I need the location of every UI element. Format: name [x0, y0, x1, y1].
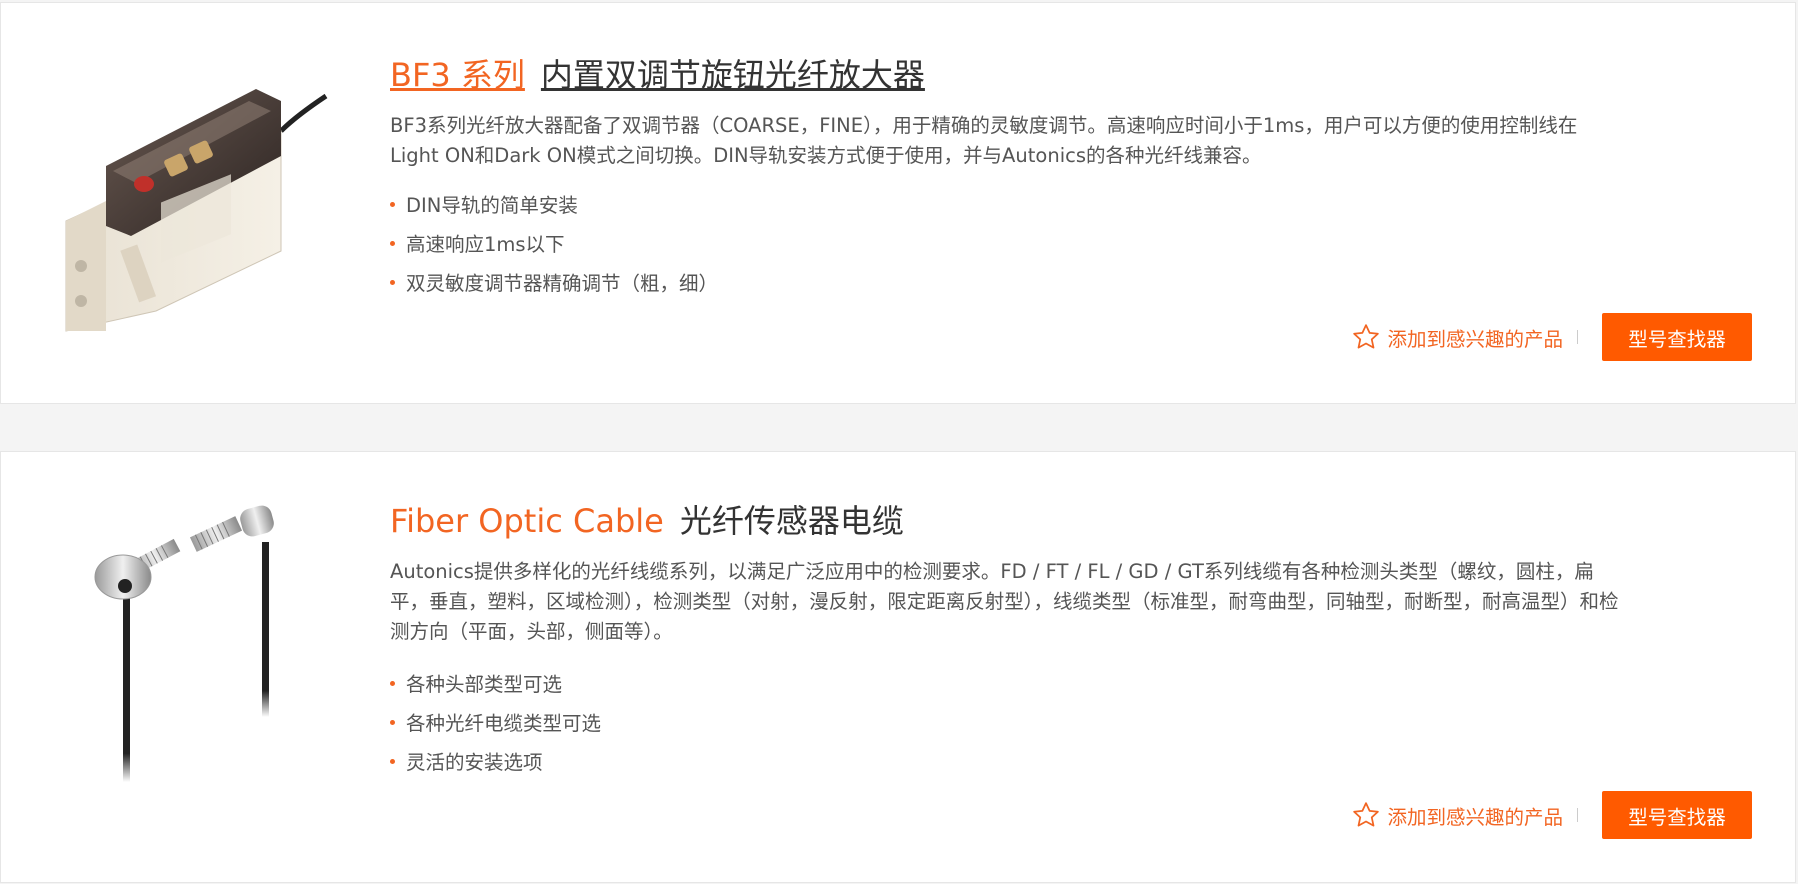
product-description: BF3系列光纤放大器配备了双调节器（COARSE，FINE），用于精确的灵敏度调… — [390, 114, 1578, 167]
bullet-icon — [390, 241, 395, 246]
feature-text: 高速响应1ms以下 — [406, 233, 565, 256]
product-description: Autonics提供多样化的光纤线缆系列，以满足广泛应用中的检测要求。FD / … — [390, 560, 1619, 643]
feature-text: DIN导轨的简单安装 — [406, 194, 578, 217]
star-icon — [1353, 324, 1380, 349]
bullet-icon — [390, 759, 395, 764]
list-item: 各种光纤电缆类型可选 — [390, 704, 601, 743]
divider — [1577, 330, 1578, 344]
feature-text: 双灵敏度调节器精确调节（粗，细） — [406, 272, 719, 295]
fiber-optic-cable-image[interactable] — [41, 482, 341, 782]
star-icon — [1353, 802, 1380, 827]
model-finder-button[interactable]: 型号查找器 — [1602, 313, 1752, 361]
feature-text: 各种光纤电缆类型可选 — [406, 712, 602, 735]
add-to-interests-link[interactable]: 添加到感兴趣的产品 — [1351, 322, 1563, 352]
product-actions: 添加到感兴趣的产品 型号查找器 — [1351, 313, 1752, 361]
product-title[interactable]: Fiber Optic Cable 光纤传感器电缆 — [390, 501, 904, 541]
product-card: Fiber Optic Cable 光纤传感器电缆 Autonics提供多样化的光… — [0, 451, 1796, 883]
add-to-interests-link[interactable]: 添加到感兴趣的产品 — [1351, 800, 1563, 830]
feature-list: 各种头部类型可选 各种光纤电缆类型可选 灵活的安装选项 — [390, 665, 601, 782]
bullet-icon — [390, 202, 395, 207]
bullet-icon — [390, 681, 395, 686]
product-name-link[interactable]: 光纤传感器电缆 — [680, 502, 904, 540]
product-actions: 添加到感兴趣的产品 型号查找器 — [1351, 791, 1752, 839]
model-finder-button[interactable]: 型号查找器 — [1602, 791, 1752, 839]
list-item: 各种头部类型可选 — [390, 665, 601, 704]
feature-list: DIN导轨的简单安装 高速响应1ms以下 双灵敏度调节器精确调节（粗，细） — [390, 186, 718, 303]
product-card: BF3 系列 内置双调节旋钮光纤放大器 BF3系列光纤放大器配备了双调节器（COA… — [0, 2, 1796, 404]
list-item: 灵活的安装选项 — [390, 743, 601, 782]
product-name-link[interactable]: 内置双调节旋钮光纤放大器 — [541, 56, 925, 94]
list-item: 高速响应1ms以下 — [390, 225, 718, 264]
divider — [1577, 808, 1578, 822]
list-item: 双灵敏度调节器精确调节（粗，细） — [390, 264, 718, 303]
list-item: DIN导轨的简单安装 — [390, 186, 718, 225]
add-to-interests-label: 添加到感兴趣的产品 — [1387, 805, 1563, 829]
feature-text: 灵活的安装选项 — [406, 751, 543, 774]
feature-text: 各种头部类型可选 — [406, 673, 563, 696]
series-name-link[interactable]: BF3 系列 — [390, 56, 525, 94]
series-name-link[interactable]: Fiber Optic Cable — [390, 502, 664, 540]
add-to-interests-label: 添加到感兴趣的产品 — [1387, 327, 1563, 351]
fiber-amplifier-image[interactable] — [41, 61, 341, 361]
product-title[interactable]: BF3 系列 内置双调节旋钮光纤放大器 — [390, 55, 925, 95]
bullet-icon — [390, 280, 395, 285]
bullet-icon — [390, 720, 395, 725]
